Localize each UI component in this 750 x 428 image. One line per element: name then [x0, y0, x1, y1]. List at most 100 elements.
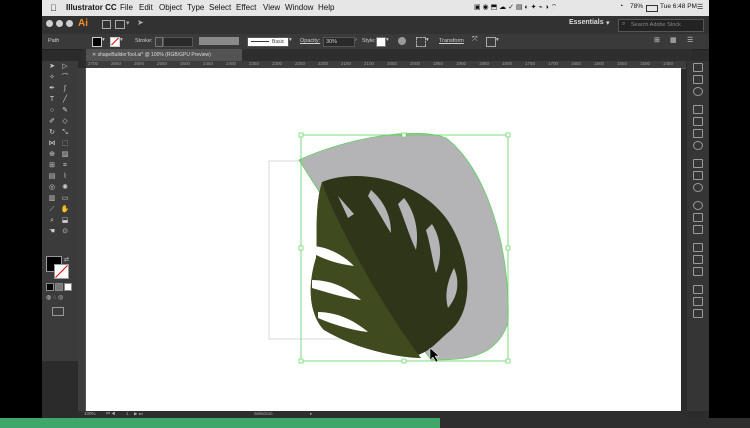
send-arrow-icon[interactable]: ➤	[137, 18, 144, 27]
workspace-chevron-icon[interactable]: ▾	[606, 19, 610, 27]
scale-tool-icon[interactable]: ⤡	[60, 129, 70, 137]
artboard-tool-icon[interactable]: ▭	[60, 195, 70, 203]
fill-chevron-icon[interactable]: ▾	[102, 37, 105, 43]
gradient-panel-icon[interactable]	[693, 171, 703, 180]
menu-type[interactable]: Type	[187, 3, 204, 12]
document-tab[interactable]: ✕ shapeBuilderTool.ai* @ 100% (RGB/GPU P…	[86, 49, 242, 61]
symbol-sprayer-tool-icon[interactable]: ✺	[60, 184, 70, 192]
paintbrush-tool-icon[interactable]: ✎	[60, 107, 70, 115]
eraser-tool-icon[interactable]: ◇	[60, 118, 70, 126]
maximize-window-icon[interactable]	[66, 20, 73, 27]
vertical-ruler[interactable]	[78, 68, 86, 411]
current-tool-status[interactable]: Selection	[254, 411, 273, 416]
type-tool-icon[interactable]: T	[47, 96, 57, 104]
direct-selection-tool-icon[interactable]: ▷	[60, 63, 70, 71]
links-panel-icon[interactable]	[693, 267, 703, 276]
draw-mode-icon[interactable]: ◍ ◌ ◎	[46, 294, 63, 301]
transform-link[interactable]: Transform	[439, 38, 464, 44]
stroke-chevron-icon[interactable]: ▾	[120, 37, 123, 43]
zoom-tool-icon[interactable]: ⌕	[47, 217, 57, 225]
pencil-tool-icon[interactable]: ✐	[47, 118, 57, 126]
magic-wand-tool-icon[interactable]: ✧	[47, 74, 57, 82]
none-mode-icon[interactable]	[64, 283, 72, 291]
stroke-weight-field[interactable]	[163, 37, 193, 47]
symbols-panel-icon[interactable]	[693, 129, 703, 138]
stroke-panel-icon[interactable]	[693, 159, 703, 168]
fill-swatch[interactable]	[92, 37, 102, 47]
opacity-chevron-icon[interactable]: ›	[355, 37, 357, 43]
variable-width-profile[interactable]	[199, 37, 239, 45]
status-chevron-icon[interactable]: ▸	[310, 411, 312, 417]
recolor-artwork-icon[interactable]	[398, 37, 406, 45]
lasso-tool-icon[interactable]: ⌒	[60, 74, 70, 82]
align-chevron-icon[interactable]: ▾	[426, 37, 429, 43]
line-tool-icon[interactable]: ╱	[60, 96, 70, 104]
opacity-label[interactable]: Opacity:	[300, 38, 320, 44]
search-input[interactable]: Search Adobe Stock	[631, 22, 681, 28]
eyedropper-tool-icon[interactable]: ⌇	[60, 173, 70, 181]
swap-fill-stroke-icon[interactable]: ⇄	[64, 256, 69, 263]
zoom-tool-secondary-icon[interactable]: ⊙	[60, 228, 70, 236]
video-progress-remaining[interactable]	[440, 418, 750, 428]
style-chevron-icon[interactable]: ▾	[386, 37, 389, 43]
artboard-canvas[interactable]	[86, 68, 681, 411]
zoom-level[interactable]: 100%	[84, 411, 96, 416]
pen-tool-icon[interactable]: ✒	[47, 85, 57, 93]
graphic-style-swatch[interactable]	[376, 37, 386, 47]
color-mode-icon[interactable]	[46, 283, 54, 291]
close-window-icon[interactable]	[46, 20, 53, 27]
menu-edit[interactable]: Edit	[139, 3, 153, 12]
artboard-next-icon[interactable]: ▶ ⏭	[134, 411, 143, 417]
preferences-icon[interactable]: ▦	[670, 36, 677, 44]
wifi-icon[interactable]: ◔	[619, 3, 623, 10]
width-tool-icon[interactable]: ⋈	[47, 140, 57, 148]
libraries-panel-icon[interactable]	[693, 75, 703, 84]
rotate-tool-icon[interactable]: ↻	[47, 129, 57, 137]
opacity-field[interactable]: 30%	[323, 37, 355, 47]
screen-mode-icon[interactable]	[52, 307, 64, 316]
shape-mode-icon[interactable]	[486, 37, 496, 47]
artboard-number[interactable]: 1	[126, 411, 129, 416]
mesh-tool-icon[interactable]: ⌗	[60, 162, 70, 170]
ellipse-tool-icon[interactable]: ○	[47, 107, 57, 115]
minimize-window-icon[interactable]	[56, 20, 63, 27]
brush-chevron-icon[interactable]: ▾	[289, 37, 292, 43]
stroke-weight-stepper[interactable]	[155, 37, 163, 47]
menu-help[interactable]: Help	[318, 3, 334, 12]
selection-handle[interactable]	[401, 358, 407, 364]
menu-object[interactable]: Object	[159, 3, 182, 12]
stroke-swatch[interactable]	[110, 37, 120, 47]
asset-export-panel-icon[interactable]	[693, 225, 703, 234]
document-setup-icon[interactable]: ⊞	[654, 36, 660, 44]
video-progress-played[interactable]	[0, 418, 440, 428]
print-tiling-tool-icon[interactable]: ⬓	[60, 217, 70, 225]
hand-tool-icon[interactable]: ✋	[60, 206, 70, 214]
menu-view[interactable]: View	[263, 3, 280, 12]
selection-handle[interactable]	[298, 132, 304, 138]
properties-panel-icon[interactable]	[693, 63, 703, 72]
graphic-styles-panel-icon[interactable]	[693, 201, 703, 210]
selection-handle[interactable]	[298, 358, 304, 364]
chevron-down-icon[interactable]: ▾	[126, 19, 130, 27]
arrange-documents-icon[interactable]	[115, 20, 125, 29]
align-icon[interactable]	[416, 37, 426, 47]
menu-window[interactable]: Window	[285, 3, 313, 12]
brushes-panel-icon[interactable]	[693, 117, 703, 126]
clock[interactable]: Tue 6:48 PM	[660, 3, 697, 10]
selection-tool-icon[interactable]: ➤	[47, 63, 57, 71]
swatches-panel-icon[interactable]	[693, 105, 703, 114]
align-panel-icon[interactable]	[693, 285, 703, 294]
brush-definition[interactable]: Basic	[247, 37, 289, 47]
stock-search-box[interactable]: ⌕ Search Adobe Stock	[618, 19, 704, 32]
selection-handle[interactable]	[505, 245, 511, 251]
artboards-panel-icon[interactable]	[693, 255, 703, 264]
slice-tool-icon[interactable]: ⟋	[47, 206, 57, 214]
gradient-tool-icon[interactable]: ▤	[47, 173, 57, 181]
blend-tool-icon[interactable]: ◎	[47, 184, 57, 192]
curvature-tool-icon[interactable]: ∫	[60, 85, 70, 93]
stroke-color-swatch[interactable]	[54, 264, 69, 279]
battery-icon[interactable]	[646, 5, 658, 12]
shape-mode-chevron-icon[interactable]: ▾	[496, 37, 499, 43]
transparency-panel-icon[interactable]	[693, 183, 703, 192]
perspective-grid-tool-icon[interactable]: ⊞	[47, 162, 57, 170]
